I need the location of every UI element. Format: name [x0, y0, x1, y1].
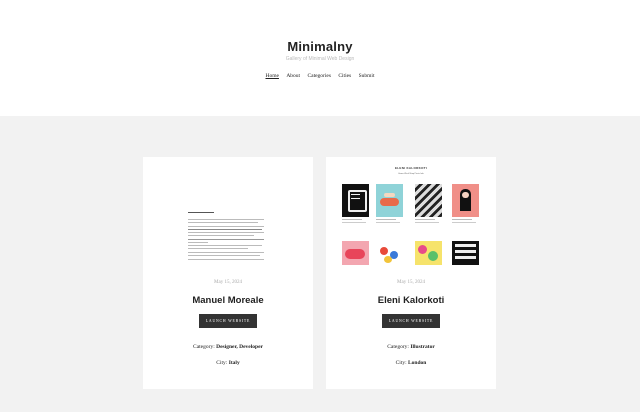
thumbnail-tile [415, 241, 442, 265]
city-value[interactable]: London [408, 360, 426, 366]
website-thumbnail[interactable] [143, 157, 313, 265]
category-value[interactable]: Designer, Developer [216, 344, 263, 350]
thumbnail-tile [452, 184, 479, 223]
launch-website-button[interactable]: LAUNCH WEBSITE [199, 314, 257, 328]
thumbnail-tile [452, 241, 479, 265]
website-thumbnail[interactable]: ELENI KALORKOTI Home Work Shop Prints In… [326, 157, 496, 265]
designer-name[interactable]: Eleni Kalorkoti [326, 295, 496, 306]
gallery-card: ELENI KALORKOTI Home Work Shop Prints In… [326, 157, 496, 389]
thumbnail-nav: Home Work Shop Prints Info [398, 173, 424, 175]
gallery-card: May 15, 2024 Manuel Moreale LAUNCH WEBSI… [143, 157, 313, 389]
city-line: City: London [326, 360, 496, 366]
main-nav: Home About Categories Cities Submit [0, 73, 640, 79]
thumbnail-tile [376, 241, 403, 265]
post-date: May 15, 2024 [214, 280, 242, 285]
category-line: Category: Designer, Developer [143, 344, 313, 350]
thumbnail-title: ELENI KALORKOTI [395, 166, 427, 170]
thumbnail-tile [415, 184, 442, 223]
thumbnail-tile [376, 184, 403, 223]
nav-about[interactable]: About [286, 73, 300, 79]
site-tagline: Gallery of Minimal Web Design [285, 56, 355, 62]
city-label: City: [216, 360, 228, 366]
nav-cities[interactable]: Cities [338, 73, 351, 79]
post-date: May 15, 2024 [397, 280, 425, 285]
category-value[interactable]: Illustrator [410, 344, 434, 350]
nav-home[interactable]: Home [266, 73, 279, 79]
site-title[interactable]: Minimalny [0, 39, 640, 54]
thumbnail-tile [342, 184, 369, 223]
launch-website-button[interactable]: LAUNCH WEBSITE [382, 314, 440, 328]
city-value[interactable]: Italy [229, 360, 240, 366]
category-line: Category: Illustrator [326, 344, 496, 350]
nav-categories[interactable]: Categories [307, 73, 331, 79]
site-header: Minimalny Gallery of Minimal Web Design … [0, 0, 640, 116]
city-label: City: [395, 360, 407, 366]
city-line: City: Italy [143, 360, 313, 366]
designer-name[interactable]: Manuel Moreale [143, 295, 313, 306]
category-label: Category: [193, 344, 215, 350]
category-label: Category: [387, 344, 409, 350]
nav-submit[interactable]: Submit [359, 73, 375, 79]
thumbnail-tile [342, 241, 369, 265]
